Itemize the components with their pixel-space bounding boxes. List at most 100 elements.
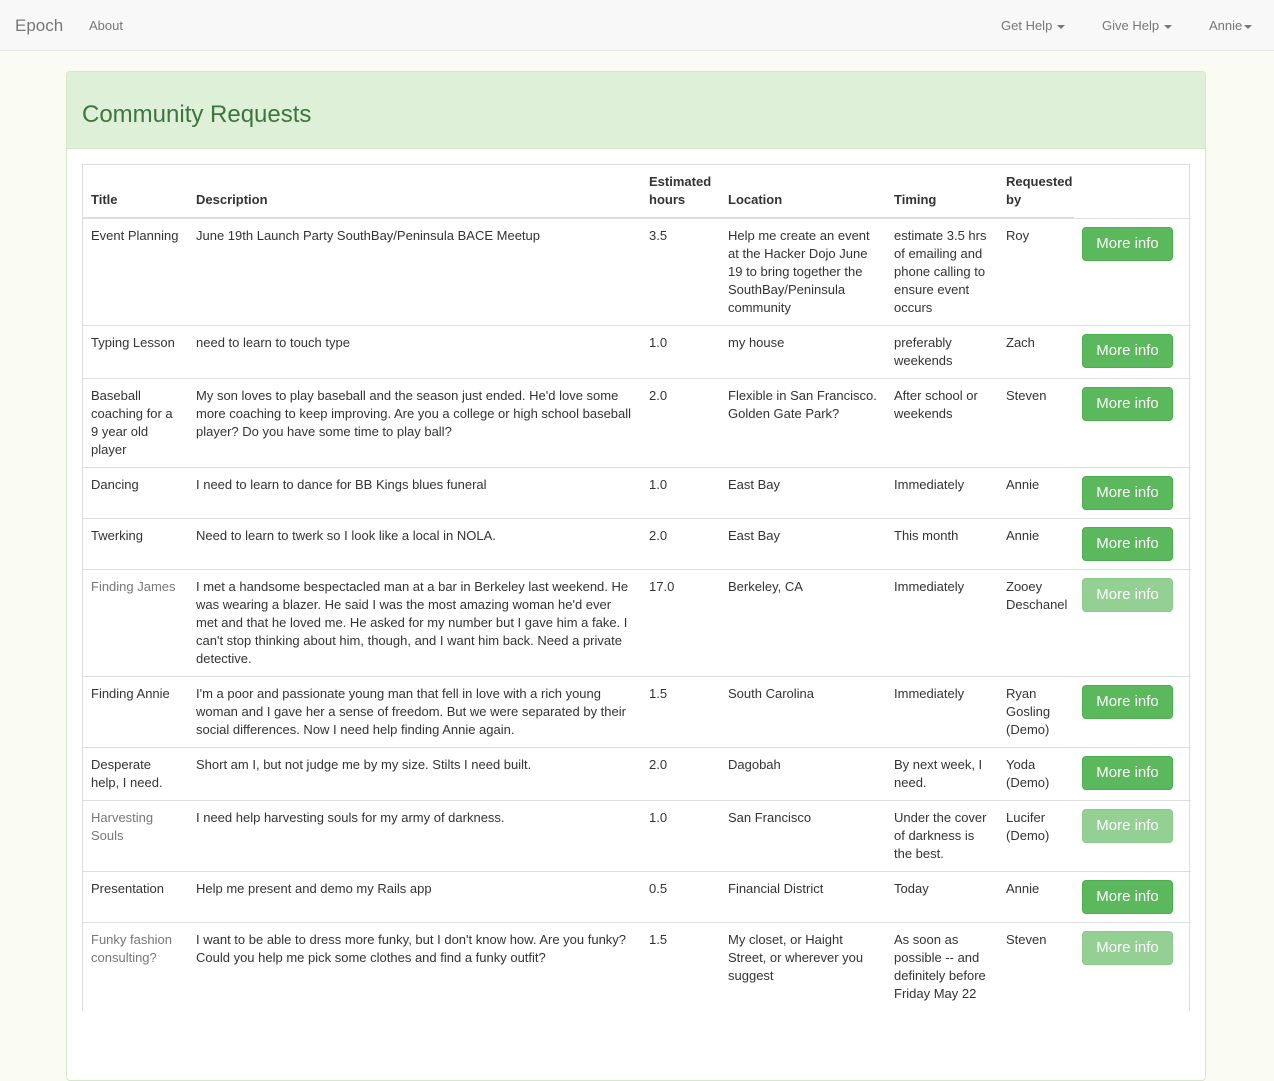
row-location: Berkeley, CA bbox=[720, 569, 886, 677]
header-actions bbox=[1074, 165, 1191, 218]
more-info-button[interactable]: More info bbox=[1082, 880, 1173, 914]
row-title: Typing Lesson bbox=[83, 325, 188, 379]
row-description: June 19th Launch Party SouthBay/Peninsul… bbox=[188, 217, 641, 326]
row-timing: By next week, I need. bbox=[886, 747, 998, 801]
row-actions: More info bbox=[1074, 569, 1191, 677]
nav-about[interactable]: About bbox=[89, 18, 123, 33]
row-timing: preferably weekends bbox=[886, 325, 998, 379]
table-header-row: Title Description Estimated hours Locati… bbox=[83, 165, 1191, 219]
nav-get-help-dropdown[interactable]: Get Help bbox=[1001, 18, 1066, 33]
more-info-button[interactable]: More info bbox=[1082, 226, 1173, 261]
row-hours: 3.5 bbox=[641, 217, 720, 326]
row-timing: Today bbox=[886, 871, 998, 923]
row-location: Flexible in San Francisco. Golden Gate P… bbox=[720, 378, 886, 468]
row-timing: Under the cover of darkness is the best. bbox=[886, 800, 998, 872]
row-requested-by: Steven bbox=[998, 378, 1074, 468]
row-location: Help me create an event at the Hacker Do… bbox=[720, 217, 886, 326]
row-hours: 1.0 bbox=[641, 800, 720, 872]
row-description: I need help harvesting souls for my army… bbox=[188, 800, 641, 872]
requests-panel: Community Requests Title Description Est… bbox=[66, 71, 1206, 1081]
row-description: I'm a poor and passionate young man that… bbox=[188, 676, 641, 748]
row-timing: Immediately bbox=[886, 569, 998, 677]
more-info-button[interactable]: More info bbox=[1082, 578, 1173, 612]
row-location: My closet, or Haight Street, or wherever… bbox=[720, 922, 886, 1011]
row-description: My son loves to play baseball and the se… bbox=[188, 378, 641, 468]
row-location: East Bay bbox=[720, 467, 886, 519]
table-row: Funky fashion consulting? I want to be ab… bbox=[83, 922, 1191, 1011]
nav-get-help-label: Get Help bbox=[1001, 18, 1053, 33]
row-actions: More info bbox=[1074, 325, 1191, 379]
more-info-button[interactable]: More info bbox=[1082, 387, 1173, 421]
header-hours: Estimated hours bbox=[641, 165, 720, 219]
row-requested-by: Lucifer (Demo) bbox=[998, 800, 1074, 872]
row-requested-by: Annie bbox=[998, 467, 1074, 519]
requests-table: Title Description Estimated hours Locati… bbox=[83, 165, 1191, 1011]
row-title: Finding James bbox=[83, 569, 188, 677]
row-title: Presentation bbox=[83, 871, 188, 923]
row-location: my house bbox=[720, 325, 886, 379]
more-info-button[interactable]: More info bbox=[1082, 809, 1173, 843]
row-requested-by: Ryan Gosling (Demo) bbox=[998, 676, 1074, 748]
row-timing: Immediately bbox=[886, 467, 998, 519]
table-row: Finding Annie I'm a poor and passionate y… bbox=[83, 676, 1191, 748]
row-requested-by: Zach bbox=[998, 325, 1074, 379]
row-title: Funky fashion consulting? bbox=[83, 922, 188, 1011]
caret-down-icon bbox=[1244, 24, 1253, 29]
row-hours: 17.0 bbox=[641, 569, 720, 677]
row-hours: 2.0 bbox=[641, 747, 720, 801]
row-actions: More info bbox=[1074, 467, 1191, 519]
row-hours: 1.5 bbox=[641, 676, 720, 748]
row-location: Dagobah bbox=[720, 747, 886, 801]
row-description: I want to be able to dress more funky, b… bbox=[188, 922, 641, 1011]
more-info-button[interactable]: More info bbox=[1082, 931, 1173, 965]
nav-give-help-dropdown[interactable]: Give Help bbox=[1102, 18, 1173, 33]
header-timing: Timing bbox=[886, 165, 998, 219]
row-actions: More info bbox=[1074, 378, 1191, 468]
row-location: South Carolina bbox=[720, 676, 886, 748]
row-location: Financial District bbox=[720, 871, 886, 923]
more-info-button[interactable]: More info bbox=[1082, 685, 1173, 719]
row-title: Twerking bbox=[83, 518, 188, 570]
row-description: Help me present and demo my Rails app bbox=[188, 871, 641, 923]
row-requested-by: Annie bbox=[998, 871, 1074, 923]
header-title: Title bbox=[83, 165, 188, 219]
row-actions: More info bbox=[1074, 800, 1191, 872]
table-row: Event Planning June 19th Launch Party Sou… bbox=[83, 217, 1191, 326]
more-info-button[interactable]: More info bbox=[1082, 756, 1173, 790]
row-requested-by: Zooey Deschanel bbox=[998, 569, 1074, 677]
row-requested-by: Steven bbox=[998, 922, 1074, 1011]
row-hours: 1.5 bbox=[641, 922, 720, 1011]
requests-table-wrapper: Title Description Estimated hours Locati… bbox=[82, 164, 1191, 1011]
nav-user-dropdown[interactable]: Annie bbox=[1209, 18, 1253, 33]
row-title: Finding Annie bbox=[83, 676, 188, 748]
table-row: Typing Lesson need to learn to touch type… bbox=[83, 325, 1191, 379]
row-timing: estimate 3.5 hrs of emailing and phone c… bbox=[886, 217, 998, 326]
row-description: Need to learn to twerk so I look like a … bbox=[188, 518, 641, 570]
row-actions: More info bbox=[1074, 922, 1191, 1011]
nav-give-help-label: Give Help bbox=[1102, 18, 1160, 33]
table-row: Dancing I need to learn to dance for BB K… bbox=[83, 467, 1191, 519]
more-info-button[interactable]: More info bbox=[1082, 527, 1173, 561]
header-requested-by: Requested by bbox=[998, 165, 1074, 219]
panel-heading: Community Requests bbox=[67, 72, 1205, 149]
row-requested-by: Annie bbox=[998, 518, 1074, 570]
row-actions: More info bbox=[1074, 747, 1191, 801]
row-actions: More info bbox=[1074, 676, 1191, 748]
row-requested-by: Roy bbox=[998, 217, 1074, 326]
row-requested-by: Yoda (Demo) bbox=[998, 747, 1074, 801]
brand-link[interactable]: Epoch bbox=[15, 16, 63, 36]
row-title: Dancing bbox=[83, 467, 188, 519]
row-timing: As soon as possible -- and definitely be… bbox=[886, 922, 998, 1011]
header-description: Description bbox=[188, 165, 641, 219]
more-info-button[interactable]: More info bbox=[1082, 334, 1173, 368]
row-title: Harvesting Souls bbox=[83, 800, 188, 872]
row-actions: More info bbox=[1074, 518, 1191, 570]
table-row: Harvesting Souls I need help harvesting s… bbox=[83, 800, 1191, 872]
page-title: Community Requests bbox=[82, 101, 312, 128]
row-title: Event Planning bbox=[83, 217, 188, 326]
table-row: Presentation Help me present and demo my … bbox=[83, 871, 1191, 923]
row-title: Baseball coaching for a 9 year old playe… bbox=[83, 378, 188, 468]
nav-user-label: Annie bbox=[1209, 18, 1243, 33]
row-actions: More info bbox=[1074, 871, 1191, 923]
more-info-button[interactable]: More info bbox=[1082, 476, 1173, 510]
